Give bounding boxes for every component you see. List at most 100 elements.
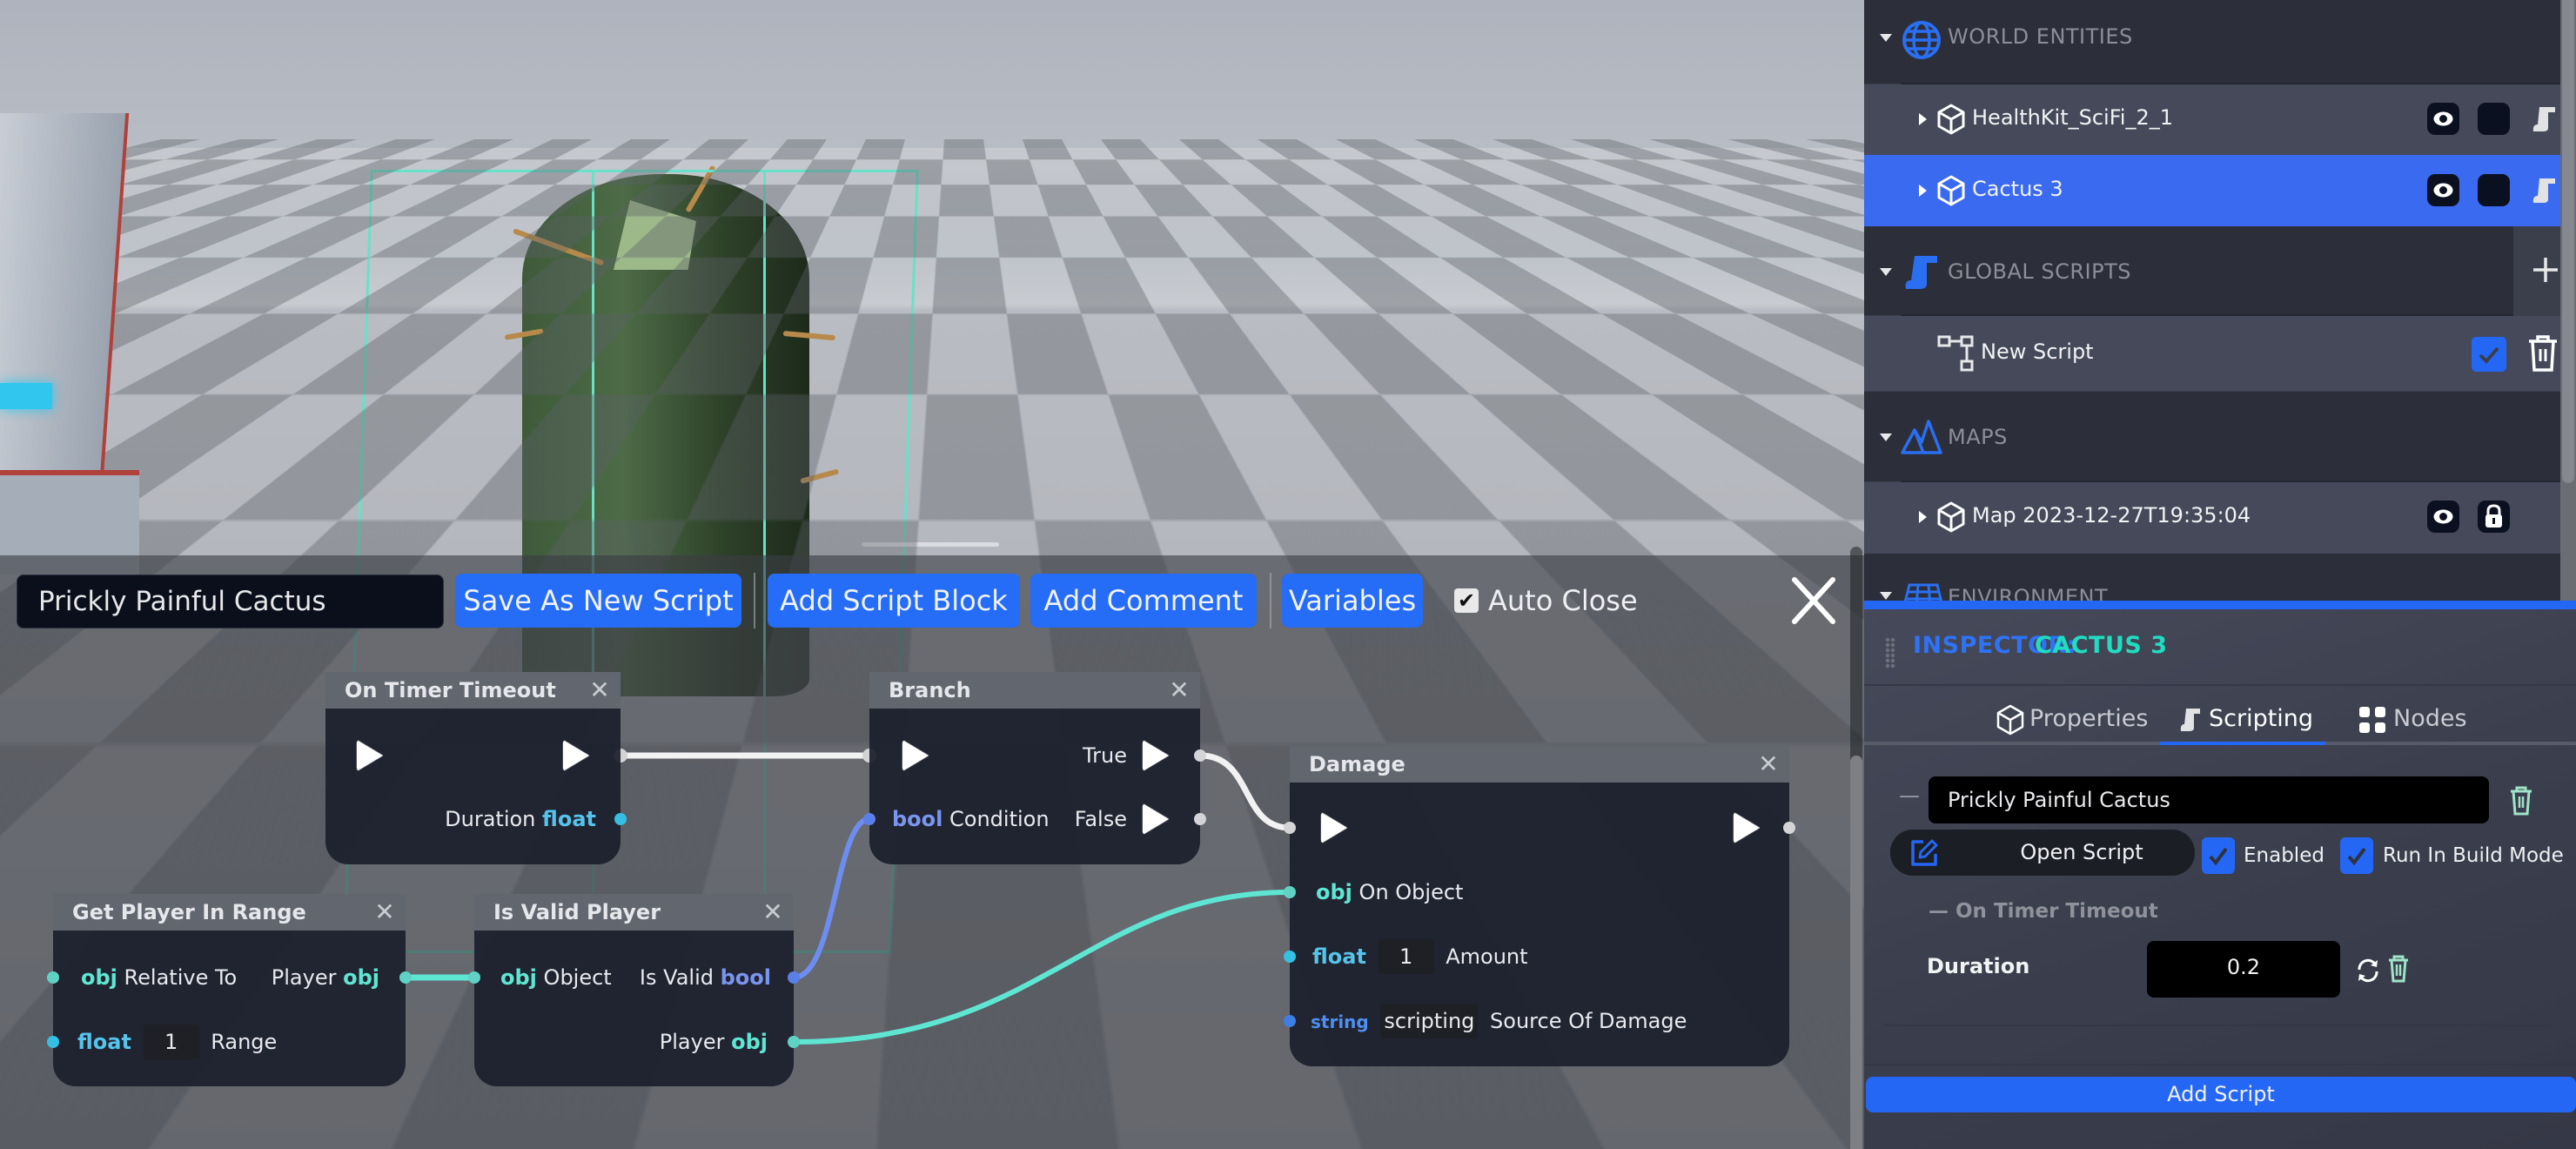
run-in-build-mode-checkbox[interactable] [2340,837,2373,874]
trash-icon[interactable] [2526,333,2560,373]
add-script-block-button[interactable]: Add Script Block [768,574,1020,628]
entity-row-cactus-3[interactable]: Cactus 3 [1864,155,2560,226]
outliner-scrollbar-thumb[interactable] [2562,0,2574,483]
obj-socket[interactable] [787,1035,801,1049]
entity-row-healthkit[interactable]: HealthKit_SciFi_2_1 [1864,84,2560,155]
pin-type: bool [720,965,771,990]
visibility-toggle[interactable] [2427,501,2459,533]
node-close-icon[interactable]: ✕ [761,894,785,931]
section-world-entities[interactable]: WORLD ENTITIES [1864,0,2560,84]
exec-socket[interactable] [1782,821,1796,835]
section-environment[interactable]: ENVIRONMENT [1864,554,2560,601]
node-header[interactable]: Is Valid Player ✕ [474,894,794,931]
lock-toggle[interactable] [2478,174,2510,206]
exec-socket[interactable] [1193,812,1207,826]
object-input: obj Object [500,960,612,995]
open-script-button[interactable]: Open Script [1890,830,2195,876]
node-header[interactable]: Damage ✕ [1290,746,1789,783]
tab-properties[interactable]: Properties [1996,696,2148,742]
global-script-row-new-script[interactable]: New Script [1864,316,2560,391]
editor-resize-handle[interactable] [862,542,999,547]
scroll-icon[interactable] [2531,177,2557,205]
close-icon[interactable] [1786,573,1841,628]
map-row[interactable]: Map 2023-12-27T19:35:04 [1864,482,2560,554]
source-value-input[interactable]: scripting [1380,1004,1479,1038]
editor-scrollbar-thumb[interactable] [1850,756,1862,1149]
scroll-icon[interactable] [2531,105,2557,133]
pin-label: On Object [1358,880,1464,904]
script-enabled-checkbox[interactable] [2472,337,2506,372]
caret-down-icon[interactable] [1880,268,1892,276]
trash-icon[interactable] [2386,954,2411,984]
section-global-scripts[interactable]: GLOBAL SCRIPTS [1864,226,2513,315]
enabled-checkbox[interactable] [2202,837,2235,874]
exec-socket[interactable] [1193,749,1207,763]
exec-out-arrow-icon[interactable] [563,740,589,771]
node-close-icon[interactable]: ✕ [1756,746,1781,783]
node-damage[interactable]: Damage ✕ obj On Object float 1 Amount st… [1284,746,1795,1066]
caret-down-icon[interactable] [1880,34,1892,42]
bool-socket[interactable] [787,971,801,984]
duration-label: Duration [1927,954,2030,978]
exec-socket[interactable] [1283,821,1297,835]
add-global-script-button[interactable] [2531,252,2560,287]
caret-down-icon[interactable] [1880,592,1892,600]
add-comment-button[interactable]: Add Comment [1030,574,1257,628]
pin-label: Player [271,965,337,990]
string-socket[interactable] [1283,1014,1297,1028]
variables-button[interactable]: Variables [1282,574,1423,628]
node-close-icon[interactable]: ✕ [372,894,397,931]
tab-nodes[interactable]: Nodes [2358,696,2467,742]
float-socket[interactable] [614,812,627,826]
lock-toggle[interactable] [2478,501,2510,533]
visibility-toggle[interactable] [2427,103,2459,135]
caret-right-icon[interactable] [1919,185,1927,197]
caret-right-icon[interactable] [1919,511,1927,523]
obj-socket[interactable] [467,971,481,984]
trash-icon[interactable] [2508,785,2534,816]
node-branch[interactable]: Branch ✕ True bool Condition False [863,672,1206,864]
obj-socket[interactable] [46,971,60,984]
section-maps[interactable]: MAPS [1864,392,2560,481]
script-name-field[interactable]: Prickly Painful Cactus [1929,776,2489,823]
range-value-input[interactable]: 1 [143,1025,199,1059]
node-header[interactable]: Branch ✕ [869,672,1200,709]
bool-socket[interactable] [862,812,876,826]
exec-in-arrow-icon[interactable] [357,740,383,771]
obj-socket[interactable] [399,971,413,984]
drag-handle-icon[interactable] [1885,637,1895,669]
duration-input[interactable]: 0.2 [2147,941,2340,998]
amount-value-input[interactable]: 1 [1378,939,1434,974]
node-close-icon[interactable]: ✕ [587,672,612,709]
obj-socket[interactable] [1283,885,1297,899]
exec-out-arrow-icon[interactable] [1734,812,1760,843]
tab-scripting[interactable]: Scripting [2179,696,2313,742]
true-exec-out-arrow-icon[interactable] [1143,740,1169,771]
node-on-timer-timeout[interactable]: On Timer Timeout ✕ Duration float [325,672,627,864]
visibility-toggle[interactable] [2427,174,2459,206]
node-header[interactable]: Get Player In Range ✕ [53,894,406,931]
script-name-input[interactable]: Prickly Painful Cactus [17,574,444,628]
node-header[interactable]: On Timer Timeout ✕ [325,672,621,709]
condition-input: bool Condition [892,802,1050,837]
node-get-player-in-range[interactable]: Get Player In Range ✕ obj Relative To Pl… [47,894,412,1086]
add-script-button[interactable]: Add Script [1866,1077,2576,1112]
auto-close-checkbox[interactable]: ✔ [1454,588,1479,613]
caret-down-icon[interactable] [1880,433,1892,441]
false-exec-out-arrow-icon[interactable] [1143,803,1169,835]
caret-right-icon[interactable] [1919,113,1927,125]
float-socket[interactable] [1283,950,1297,964]
exec-in-arrow-icon[interactable] [1321,812,1347,843]
save-as-new-script-button[interactable]: Save As New Script [455,574,741,628]
exec-in-arrow-icon[interactable] [902,740,929,771]
node-is-valid-player[interactable]: Is Valid Player ✕ obj Object Is Valid bo… [468,894,800,1086]
event-section-header[interactable]: — On Timer Timeout [1929,900,2158,923]
panel-resize-divider[interactable] [1864,601,2576,609]
duration-output: Duration float [445,802,596,837]
float-socket[interactable] [46,1035,60,1049]
lock-toggle[interactable] [2478,103,2510,135]
pin-label: Duration [445,807,536,831]
refresh-icon[interactable] [2355,958,2381,984]
collapse-script-button[interactable]: — [1899,783,1920,808]
node-close-icon[interactable]: ✕ [1167,672,1191,709]
